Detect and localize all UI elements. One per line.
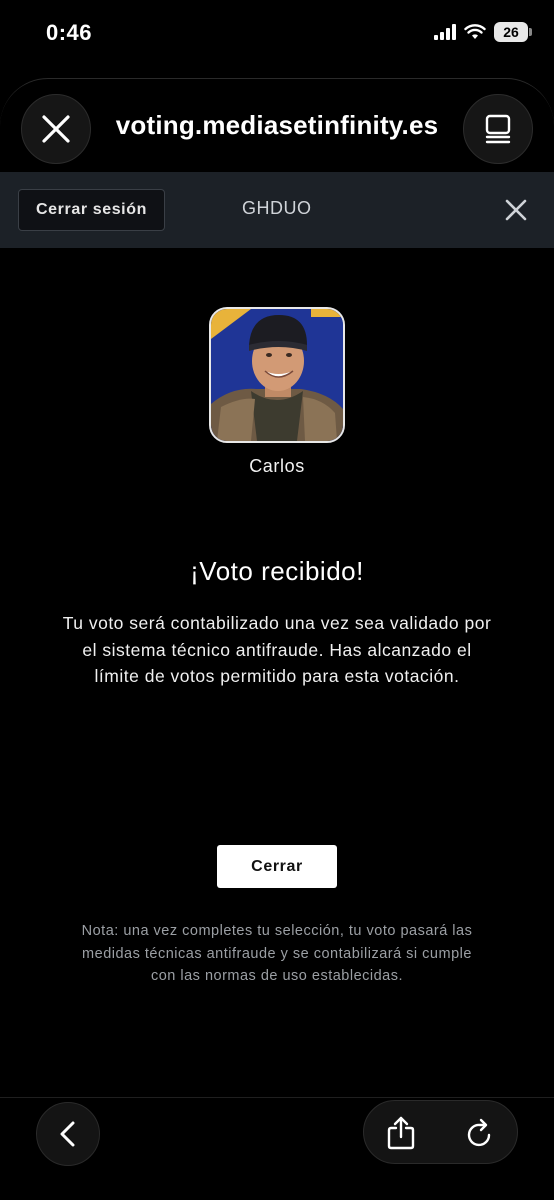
tab-overview-button[interactable] (463, 94, 533, 164)
toolbar-actions (363, 1100, 518, 1164)
status-bar: 0:46 26 (0, 0, 554, 66)
tab-overview-icon (485, 114, 511, 144)
vote-received-heading: ¡Voto recibido! (190, 556, 364, 586)
user-code: GHDUO (242, 198, 312, 218)
reload-button[interactable] (457, 1111, 503, 1155)
browser-url-bar: voting.mediasetinfinity.es (0, 94, 554, 164)
chevron-left-icon (60, 1121, 75, 1147)
reload-icon (467, 1118, 491, 1147)
status-time: 0:46 (46, 20, 93, 45)
candidate-name: Carlos (249, 456, 305, 476)
status-icons: 26 (434, 22, 532, 42)
back-button[interactable] (36, 1102, 100, 1166)
wifi-icon (464, 24, 486, 39)
close-icon[interactable] (504, 198, 528, 222)
share-icon (387, 1116, 415, 1150)
candidate-avatar (209, 307, 345, 443)
share-button[interactable] (378, 1111, 424, 1155)
site-header: Cerrar sesión GHDUO (0, 172, 554, 248)
candidate-photo (211, 309, 343, 441)
browser-toolbar (0, 1097, 554, 1200)
logout-button[interactable]: Cerrar sesión (18, 189, 165, 231)
vote-message: Tu voto será contabilizado una vez sea v… (62, 613, 492, 686)
close-button[interactable]: Cerrar (217, 845, 337, 888)
battery-indicator: 26 (494, 22, 532, 42)
antifraud-note: Nota: una vez completes tu selección, tu… (81, 923, 473, 984)
cellular-signal-icon (434, 24, 456, 40)
